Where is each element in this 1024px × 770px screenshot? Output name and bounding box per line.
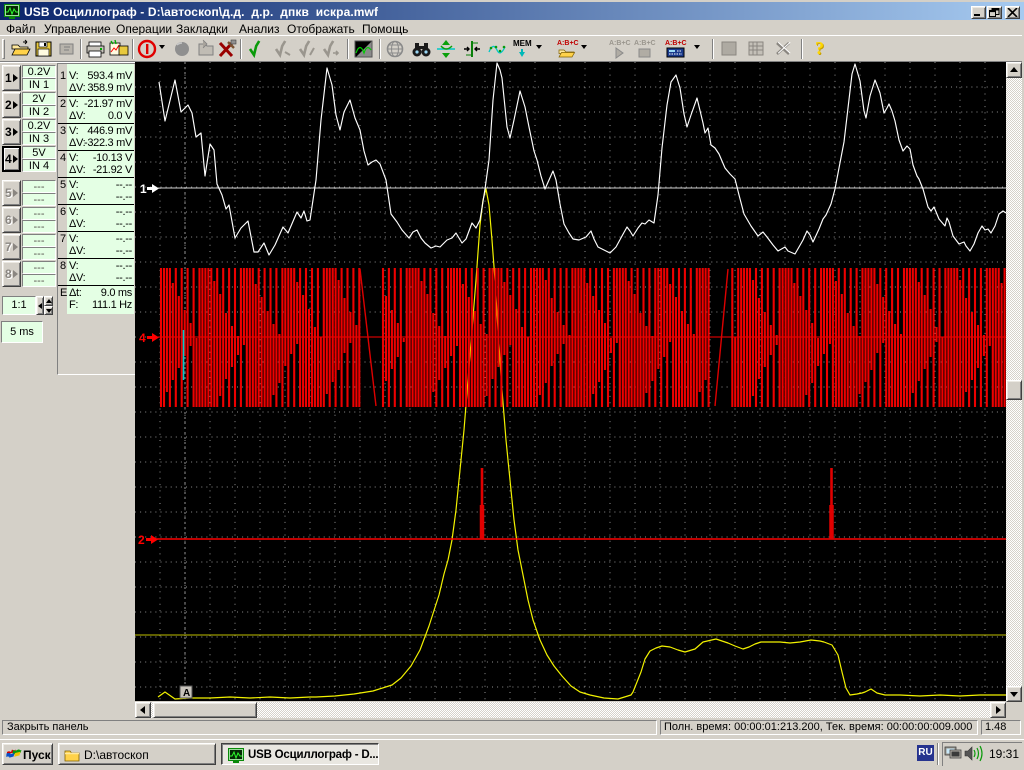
svg-text:?: ? <box>815 38 824 58</box>
svg-text:A:B+C: A:B+C <box>609 40 631 47</box>
svg-text:1: 1 <box>140 182 147 196</box>
svg-text:19:31: 19:31 <box>989 747 1019 761</box>
svg-text:MEM: MEM <box>513 39 532 48</box>
svg-text:A:B+C: A:B+C <box>665 40 687 47</box>
svg-text:4: 4 <box>139 331 146 345</box>
svg-text:A:B+C: A:B+C <box>557 40 579 47</box>
svg-text:A: A <box>183 688 190 699</box>
svg-text:2: 2 <box>138 533 145 547</box>
svg-text:A:B+C: A:B+C <box>634 40 656 47</box>
